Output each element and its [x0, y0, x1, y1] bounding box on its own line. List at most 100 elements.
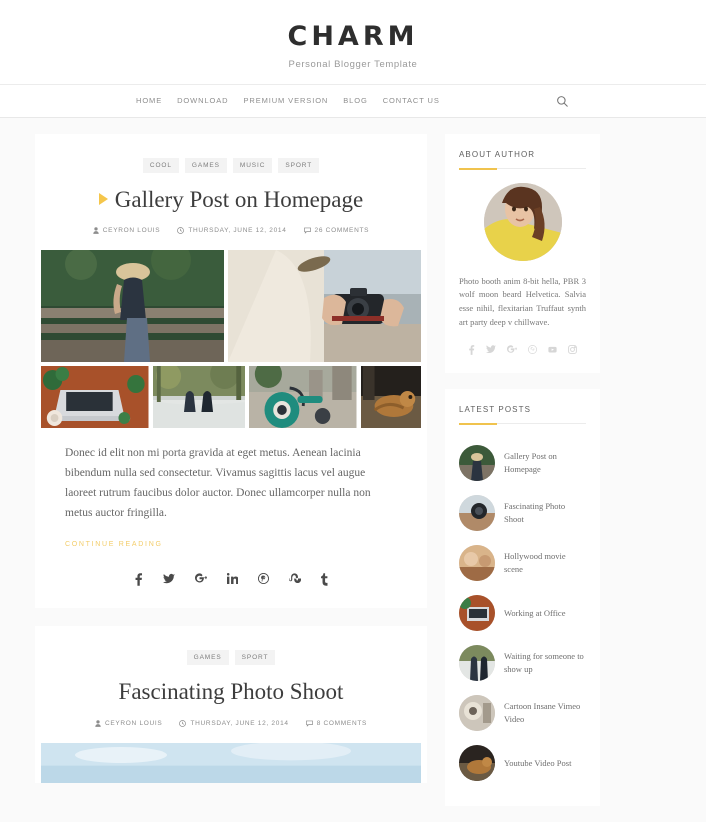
- clock-icon: [179, 720, 187, 727]
- post-comments[interactable]: 8 COMMENTS: [305, 719, 368, 727]
- gallery-image[interactable]: [360, 366, 422, 429]
- search-icon[interactable]: [552, 92, 572, 112]
- post-meta: CEYRON LOUIS THURSDAY, JUNE 12, 2014 26 …: [35, 227, 427, 234]
- post-date-text: THURSDAY, JUNE 12, 2014: [188, 227, 287, 235]
- twitter-icon[interactable]: [486, 344, 496, 355]
- instagram-icon[interactable]: [568, 344, 577, 355]
- page-root: CHARM Personal Blogger Template HOME DOW…: [0, 0, 706, 806]
- post-title-text: Gallery Post on Homepage: [114, 186, 364, 212]
- gallery-image[interactable]: [41, 250, 224, 363]
- list-item[interactable]: Gallery Post on Homepage: [459, 438, 586, 488]
- widget-rule: [459, 422, 586, 425]
- site-tagline: Personal Blogger Template: [288, 58, 418, 70]
- linkedin-icon[interactable]: [226, 573, 238, 586]
- list-item[interactable]: Youtube Video Post: [459, 738, 586, 788]
- list-item-title: Waiting for someone to show up: [504, 651, 584, 674]
- widget-rule: [459, 167, 586, 170]
- post-author-text: CEYRON LOUIS: [102, 227, 161, 235]
- clock-icon: [177, 227, 185, 235]
- pinterest-icon[interactable]: [257, 573, 269, 586]
- facebook-icon[interactable]: [134, 573, 143, 587]
- nav-links: HOME DOWNLOAD PREMIUM VERSION BLOG CONTA…: [136, 96, 440, 105]
- post-meta: CEYRON LOUIS THURSDAY, JUNE 12, 2014 8 C…: [35, 720, 427, 727]
- nav-item-blog[interactable]: BLOG: [343, 96, 367, 105]
- twitter-icon[interactable]: [162, 573, 175, 586]
- nav-item-download[interactable]: DOWNLOAD: [177, 96, 228, 105]
- author-social-links: [459, 344, 586, 355]
- list-item-title: Working at Office: [504, 607, 566, 618]
- list-item-thumbnail: [459, 744, 495, 781]
- list-item-thumbnail: [459, 594, 495, 631]
- post-author-text: CEYRON LOUIS: [104, 719, 163, 727]
- list-item-title: Cartoon Insane Vimeo Video: [504, 701, 581, 724]
- list-item[interactable]: Fascinating Photo Shoot: [459, 488, 586, 538]
- list-item-thumbnail: [459, 544, 495, 581]
- list-item[interactable]: Cartoon Insane Vimeo Video: [459, 688, 586, 738]
- google-plus-icon[interactable]: [194, 573, 207, 586]
- gallery-image[interactable]: [41, 366, 149, 429]
- main-navigation: HOME DOWNLOAD PREMIUM VERSION BLOG CONTA…: [0, 83, 706, 118]
- post-author[interactable]: CEYRON LOUIS: [95, 720, 163, 727]
- gallery-image[interactable]: [249, 366, 357, 429]
- category-tag[interactable]: SPORT: [234, 650, 276, 666]
- tumblr-icon[interactable]: [320, 573, 329, 587]
- sidebar: ABOUT AUTHOR Photo booth anim 8-bit hell…: [445, 133, 600, 822]
- main-container: COOL GAMES MUSIC SPORT Gallery Post on H…: [35, 118, 671, 822]
- post-categories: GAMES SPORT: [35, 650, 427, 666]
- list-item-title: Youtube Video Post: [504, 757, 572, 768]
- list-item[interactable]: Working at Office: [459, 588, 586, 638]
- gallery-image[interactable]: [152, 366, 246, 429]
- post-categories: COOL GAMES MUSIC SPORT: [35, 157, 427, 173]
- list-item-thumbnail: [459, 444, 495, 481]
- author-bio: Photo booth anim 8-bit hella, PBR 3 wolf…: [459, 275, 586, 327]
- list-item-title: Gallery Post on Homepage: [504, 451, 557, 474]
- post-date: THURSDAY, JUNE 12, 2014: [179, 720, 288, 727]
- author-avatar: [483, 182, 562, 261]
- comment-icon: [305, 720, 313, 727]
- post-excerpt: Donec id elit non mi porta gravida at eg…: [65, 447, 371, 519]
- facebook-icon[interactable]: [468, 344, 475, 355]
- stumbleupon-icon[interactable]: [288, 573, 301, 586]
- comment-icon: [303, 227, 311, 234]
- post-title[interactable]: Gallery Post on Homepage: [35, 186, 427, 214]
- list-item-title: Fascinating Photo Shoot: [504, 501, 566, 524]
- pinterest-icon[interactable]: [528, 344, 537, 355]
- masthead: CHARM Personal Blogger Template: [0, 0, 706, 84]
- list-item-title: Hollywood movie scene: [504, 551, 566, 574]
- play-triangle-icon: [98, 193, 108, 206]
- post-title[interactable]: Fascinating Photo Shoot: [35, 678, 427, 706]
- content-column: COOL GAMES MUSIC SPORT Gallery Post on H…: [35, 133, 427, 801]
- widget-title: ABOUT AUTHOR: [459, 149, 536, 159]
- category-tag[interactable]: GAMES: [186, 650, 229, 666]
- category-tag[interactable]: MUSIC: [232, 157, 273, 173]
- list-item-thumbnail: [459, 494, 495, 531]
- nav-item-premium-version[interactable]: PREMIUM VERSION: [243, 96, 328, 105]
- post-comments-text: 8 COMMENTS: [316, 719, 368, 727]
- nav-item-home[interactable]: HOME: [136, 96, 162, 105]
- google-plus-icon[interactable]: [507, 344, 517, 355]
- category-tag[interactable]: GAMES: [184, 157, 227, 173]
- category-tag[interactable]: COOL: [142, 157, 179, 173]
- continue-reading-link[interactable]: CONTINUE READING: [35, 523, 427, 548]
- latest-posts-widget: LATEST POSTS Gallery Post on Homepage Fa…: [445, 388, 600, 806]
- post-featured-image[interactable]: [35, 742, 427, 783]
- user-icon: [95, 720, 101, 727]
- post-gallery: [35, 250, 427, 429]
- widget-title: LATEST POSTS: [459, 404, 532, 414]
- post-comments[interactable]: 26 COMMENTS: [303, 227, 370, 235]
- share-icons: [35, 548, 427, 608]
- category-tag[interactable]: SPORT: [278, 157, 320, 173]
- list-item[interactable]: Waiting for someone to show up: [459, 638, 586, 688]
- gallery-image[interactable]: [228, 250, 421, 363]
- post-author[interactable]: CEYRON LOUIS: [93, 227, 161, 234]
- about-author-widget: ABOUT AUTHOR Photo booth anim 8-bit hell…: [445, 133, 600, 373]
- nav-item-contact-us[interactable]: CONTACT US: [383, 96, 440, 105]
- list-item-thumbnail: [459, 644, 495, 681]
- post-comments-text: 26 COMMENTS: [314, 227, 370, 235]
- youtube-icon[interactable]: [548, 345, 557, 355]
- post-card: COOL GAMES MUSIC SPORT Gallery Post on H…: [35, 133, 427, 609]
- site-logo[interactable]: CHARM: [0, 22, 706, 52]
- list-item[interactable]: Hollywood movie scene: [459, 538, 586, 588]
- post-card: GAMES SPORT Fascinating Photo Shoot CEYR…: [35, 626, 427, 783]
- list-item-thumbnail: [459, 694, 495, 731]
